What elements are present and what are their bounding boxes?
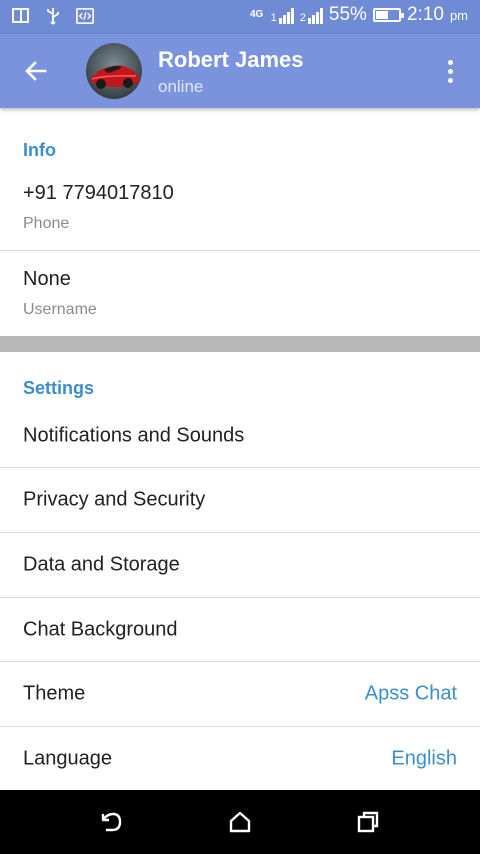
system-icons: 4G 1 2 55% 2:10 pm xyxy=(249,4,468,26)
settings-item-notifications[interactable]: Notifications and Sounds xyxy=(0,404,480,468)
contact-status: online xyxy=(158,77,204,96)
nav-back-button[interactable] xyxy=(95,806,127,838)
network-type: 4G xyxy=(250,9,264,20)
dot-icon xyxy=(447,77,453,83)
clock-ampm: pm xyxy=(449,7,468,23)
usb-icon xyxy=(47,8,59,25)
language-value: English xyxy=(391,747,457,770)
phone-value: +91 7794017810 xyxy=(23,182,174,204)
phone-label: Phone xyxy=(23,215,70,232)
undo-back-icon xyxy=(101,812,122,832)
section-separator xyxy=(0,336,480,352)
overflow-menu-button[interactable] xyxy=(436,54,464,88)
arrow-back-icon xyxy=(25,61,47,81)
red-car-photo xyxy=(86,43,142,99)
info-section-title: Info xyxy=(23,140,56,160)
nav-recents-button[interactable] xyxy=(352,806,384,838)
nav-home-button[interactable] xyxy=(224,806,256,838)
battery-icon xyxy=(372,8,404,22)
contact-name: Robert James xyxy=(158,47,304,72)
status-bar: 4G 1 2 55% 2:10 pm xyxy=(0,0,480,34)
home-icon xyxy=(229,811,251,833)
recents-icon xyxy=(357,811,379,833)
settings-item-privacy[interactable]: Privacy and Security xyxy=(0,468,480,532)
sim2-signal-icon: 2 xyxy=(300,6,323,24)
code-icon xyxy=(76,7,94,25)
settings-section-title: Settings xyxy=(23,378,95,398)
settings-item-theme[interactable]: Theme Apss Chat xyxy=(0,662,480,726)
battery-percent: 55% xyxy=(328,4,367,25)
back-button[interactable] xyxy=(18,53,54,89)
username-row[interactable]: None Username xyxy=(0,256,480,336)
sim1-signal-icon: 1 xyxy=(271,6,294,24)
avatar[interactable] xyxy=(86,43,142,99)
settings-item-label: Chat Background xyxy=(23,618,178,641)
settings-item-label: Data and Storage xyxy=(23,553,180,576)
theme-value: Apss Chat xyxy=(364,682,457,705)
navigation-bar xyxy=(0,790,480,854)
username-value: None xyxy=(23,268,71,290)
settings-item-language[interactable]: Language English xyxy=(0,727,480,791)
settings-item-chat-background[interactable]: Chat Background xyxy=(0,598,480,662)
clock: 2:10 xyxy=(406,4,444,25)
settings-item-label: Notifications and Sounds xyxy=(23,424,245,447)
phone-row[interactable]: +91 7794017810 Phone xyxy=(0,170,480,250)
dot-icon xyxy=(447,59,453,65)
dot-icon xyxy=(447,68,453,74)
notification-icons xyxy=(12,6,94,26)
username-label: Username xyxy=(23,301,97,318)
settings-item-data-storage[interactable]: Data and Storage xyxy=(0,533,480,597)
app-bar: Robert James online xyxy=(0,34,480,108)
settings-item-label: Theme xyxy=(23,682,86,705)
divider xyxy=(0,250,480,251)
settings-item-label: Privacy and Security xyxy=(23,488,206,511)
copy-icon xyxy=(12,8,29,23)
settings-item-label: Language xyxy=(23,747,112,770)
